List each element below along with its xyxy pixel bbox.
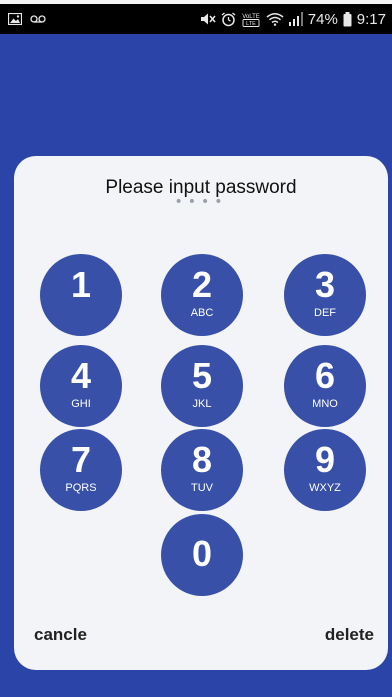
- key-2[interactable]: 2 ABC: [161, 254, 243, 336]
- key-letters: MNO: [312, 398, 338, 410]
- mute-icon: [200, 12, 216, 26]
- status-left: [8, 13, 46, 25]
- key-4[interactable]: 4 GHI: [40, 345, 122, 427]
- password-dots: ••••: [174, 194, 228, 210]
- delete-button[interactable]: delete: [325, 625, 374, 645]
- key-digit: 6: [314, 355, 336, 396]
- key-5[interactable]: 5 JKL: [161, 345, 243, 427]
- key-letters: DEF: [314, 307, 336, 319]
- key-digit: 2: [191, 264, 213, 305]
- key-digit: 1: [70, 264, 92, 305]
- clock: 9:17: [356, 10, 386, 28]
- key-letters: PQRS: [65, 482, 97, 494]
- key-digit: 7: [70, 439, 92, 480]
- key-digit: 4: [70, 355, 92, 396]
- image-icon: [8, 13, 22, 25]
- key-letters: GHI: [71, 398, 91, 410]
- key-digit: 3: [314, 264, 336, 305]
- key-3[interactable]: 3 DEF: [284, 254, 366, 336]
- password-dialog: Please input password •••• 1 2 ABC 3 DEF…: [14, 156, 388, 670]
- key-letters: WXYZ: [309, 482, 341, 494]
- key-letters: JKL: [192, 398, 212, 410]
- key-0[interactable]: 0: [161, 514, 243, 596]
- cancel-button[interactable]: cancle: [34, 625, 87, 645]
- key-6[interactable]: 6 MNO: [284, 345, 366, 427]
- svg-text:LTE: LTE: [246, 21, 256, 27]
- key-1[interactable]: 1: [40, 254, 122, 336]
- status-bar: VoLTE LTE 74% 9:17: [0, 4, 392, 34]
- battery-icon: [343, 11, 352, 27]
- key-letters: ABC: [190, 307, 214, 319]
- key-digit: 0: [191, 533, 213, 574]
- key-digit: 8: [191, 439, 213, 480]
- alarm-icon: [221, 11, 236, 27]
- status-right: VoLTE LTE 74% 9:17: [200, 11, 386, 28]
- key-digit: 9: [314, 439, 336, 480]
- key-8[interactable]: 8 TUV: [161, 429, 243, 511]
- lock-screen: VoLTE LTE 74% 9:17 Please input password…: [0, 0, 392, 697]
- key-digit: 5: [191, 355, 213, 396]
- key-7[interactable]: 7 PQRS: [40, 429, 122, 511]
- wifi-icon: [266, 12, 284, 26]
- volte-icon: VoLTE LTE: [241, 12, 261, 27]
- key-letters: TUV: [191, 482, 213, 494]
- signal-icon: [288, 12, 303, 26]
- battery-percent: 74%: [307, 10, 338, 28]
- voicemail-icon: [30, 14, 46, 24]
- key-9[interactable]: 9 WXYZ: [284, 429, 366, 511]
